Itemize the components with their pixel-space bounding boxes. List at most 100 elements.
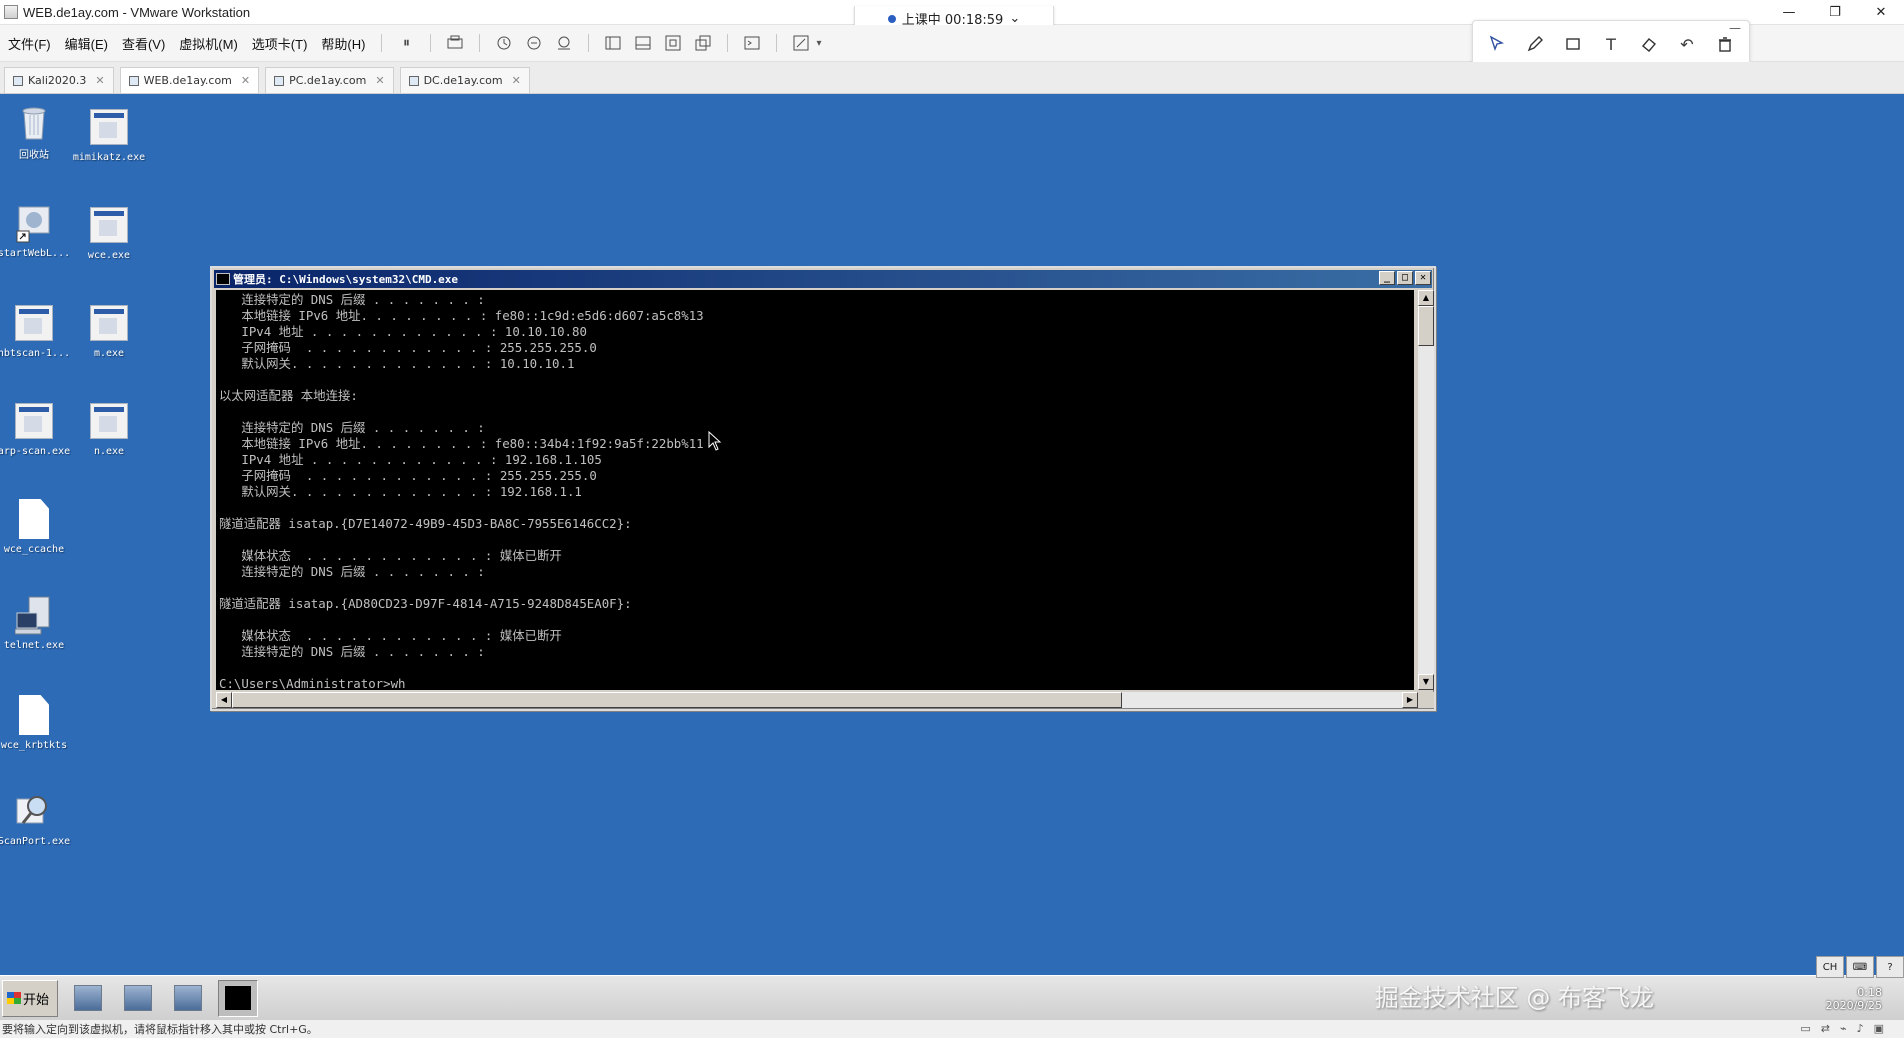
desktop-icon-label: wce.exe <box>87 250 131 261</box>
menu-view[interactable]: 查看(V) <box>115 34 172 53</box>
close-button[interactable]: ✕ <box>1415 271 1431 285</box>
desktop-icon-label: wce_ccache <box>3 544 65 555</box>
horizontal-scrollbar[interactable]: ◀ ▶ <box>216 692 1418 708</box>
desktop-icon-startweblogic[interactable]: startWebL... <box>0 203 70 259</box>
keyboard-icon[interactable]: ⌨ <box>1846 956 1874 978</box>
minimize-button[interactable]: _ <box>1379 271 1395 285</box>
start-button[interactable]: 开始 <box>2 979 59 1017</box>
explorer-icon[interactable] <box>168 980 208 1017</box>
clock-date: 2020/9/25 <box>1825 999 1882 1012</box>
menu-edit[interactable]: 编辑(E) <box>58 34 115 53</box>
help-icon[interactable]: ? <box>1876 956 1904 978</box>
vm-icon <box>128 75 139 86</box>
maximize-button[interactable]: □ <box>1397 271 1413 285</box>
chevron-down-icon: ⌄ <box>1009 11 1021 26</box>
cmd-output-line: 本地链接 IPv6 地址. . . . . . . . : fe80::34b4… <box>219 436 704 451</box>
cmd-output-line: 连接特定的 DNS 后缀 . . . . . . . : <box>219 292 485 307</box>
tab-pc[interactable]: PC.de1ay.com ✕ <box>265 67 394 93</box>
close-button[interactable]: ✕ <box>1858 0 1904 24</box>
scroll-thumb[interactable] <box>232 692 1122 708</box>
cmd-titlebar[interactable]: 管理员: C:\Windows\system32\CMD.exe _ □ ✕ <box>214 270 1432 288</box>
pen-icon[interactable] <box>1523 32 1547 56</box>
sound-icon[interactable]: ♪ <box>1857 1022 1864 1035</box>
stretch-icon[interactable] <box>791 33 811 53</box>
minimize-icon[interactable]: — <box>1729 21 1741 35</box>
close-icon[interactable]: ✕ <box>95 74 104 87</box>
close-icon[interactable]: ✕ <box>375 74 384 87</box>
server-manager-icon[interactable] <box>68 980 108 1017</box>
text-icon[interactable]: T <box>1599 32 1623 56</box>
disk-icon[interactable]: ▭ <box>1800 1022 1810 1035</box>
desktop-icon-wce[interactable]: wce.exe <box>73 205 145 261</box>
minimize-button[interactable]: — <box>1766 0 1812 24</box>
desktop-icon-wce-krbtkts[interactable]: wce_krbtkts <box>0 695 70 751</box>
select-icon[interactable] <box>1485 32 1509 56</box>
desktop-icon-telnet[interactable]: telnet.exe <box>0 595 70 651</box>
window-controls: — ❐ ✕ <box>1766 0 1904 24</box>
desktop-icon-recycle-bin[interactable]: 回收站 <box>0 101 70 161</box>
fullscreen-icon[interactable] <box>663 33 683 53</box>
menu-tabs[interactable]: 选项卡(T) <box>245 34 315 53</box>
scroll-left-icon[interactable]: ◀ <box>216 692 232 708</box>
tab-dc[interactable]: DC.de1ay.com ✕ <box>399 67 530 93</box>
tab-label: WEB.de1ay.com <box>143 74 232 87</box>
exe-icon <box>90 401 128 441</box>
menu-file[interactable]: 文件(F) <box>0 34 58 53</box>
resize-grip-icon[interactable] <box>1418 692 1434 708</box>
desktop-icon-m[interactable]: m.exe <box>73 303 145 359</box>
usb-icon[interactable]: ⌁ <box>1840 1022 1847 1035</box>
cmd-output-line: 媒体状态 . . . . . . . . . . . . : 媒体已断开 <box>219 548 562 563</box>
cmd-window[interactable]: 管理员: C:\Windows\system32\CMD.exe _ □ ✕ 连… <box>210 266 1436 711</box>
recycle-bin-icon <box>15 101 53 141</box>
cmd-output-line <box>219 500 1414 516</box>
desktop-icon-arp-scan[interactable]: arp-scan.exe <box>0 401 70 457</box>
rectangle-icon[interactable] <box>1561 32 1585 56</box>
close-icon[interactable]: ✕ <box>241 74 250 87</box>
menu-vm[interactable]: 虚拟机(M) <box>172 34 245 53</box>
tab-web[interactable]: WEB.de1ay.com ✕ <box>119 67 260 93</box>
exe-icon <box>15 401 53 441</box>
scroll-thumb[interactable] <box>1418 306 1434 346</box>
clock: 0:18 2020/9/25 <box>1826 986 1882 1012</box>
vm-icon <box>13 75 23 86</box>
thumbnail-view-icon[interactable] <box>633 33 653 53</box>
desktop-icon-nbtscan[interactable]: nbtscan-1... <box>0 303 70 359</box>
cmd-output-line: 隧道适配器 isatap.{AD80CD23-D97F-4814-A715-92… <box>219 596 632 611</box>
snapshot-icon[interactable] <box>494 33 514 53</box>
display-icon[interactable]: ▣ <box>1874 1022 1884 1035</box>
file-icon <box>15 499 53 539</box>
desktop-icon-mimikatz[interactable]: mimikatz.exe <box>73 107 145 163</box>
cmd-output-line <box>219 580 1414 596</box>
chevron-down-icon[interactable]: ▾ <box>816 38 821 49</box>
cmd-output-line: 以太网适配器 本地连接: <box>219 388 358 403</box>
scroll-right-icon[interactable]: ▶ <box>1402 692 1418 708</box>
close-icon[interactable]: ✕ <box>512 74 521 87</box>
restore-button[interactable]: ❐ <box>1812 0 1858 24</box>
revert-icon[interactable] <box>524 33 544 53</box>
language-indicator[interactable]: CH <box>1816 956 1844 978</box>
powershell-icon[interactable] <box>118 980 158 1017</box>
unity-icon[interactable] <box>693 33 713 53</box>
desktop-icon-scanport[interactable]: ScanPort.exe <box>0 791 70 847</box>
desktop-icon-n[interactable]: n.exe <box>73 401 145 457</box>
menu-help[interactable]: 帮助(H) <box>314 34 372 53</box>
pause-icon[interactable]: ⏸ <box>396 33 416 53</box>
cmd-output[interactable]: 连接特定的 DNS 后缀 . . . . . . . : 本地链接 IPv6 地… <box>216 290 1414 690</box>
normal-view-icon[interactable] <box>603 33 623 53</box>
console-icon[interactable] <box>742 33 762 53</box>
scroll-down-icon[interactable]: ▼ <box>1418 674 1434 690</box>
toolbar-separator <box>479 34 481 52</box>
cmd-output-line: 隧道适配器 isatap.{D7E14072-49B9-45D3-BA8C-79… <box>219 516 632 531</box>
toolbar-separator <box>381 34 383 52</box>
watermark-bottom: 掘金技术社区 @ 布客飞龙 <box>1374 984 1654 1012</box>
tab-kali[interactable]: Kali2020.3 ✕ <box>4 67 114 93</box>
vertical-scrollbar[interactable]: ▲ ▼ <box>1418 290 1434 690</box>
network-icon[interactable]: ⇄ <box>1821 1022 1830 1035</box>
scroll-up-icon[interactable]: ▲ <box>1418 290 1434 306</box>
desktop-icon-wce-ccache[interactable]: wce_ccache <box>0 499 70 555</box>
vmware-logo-icon <box>4 5 18 19</box>
snapshot-manager-icon[interactable] <box>554 33 574 53</box>
window-title: WEB.de1ay.com - VMware Workstation <box>23 4 251 20</box>
send-keys-icon[interactable] <box>445 33 465 53</box>
cmd-taskbar-button[interactable] <box>218 979 259 1017</box>
